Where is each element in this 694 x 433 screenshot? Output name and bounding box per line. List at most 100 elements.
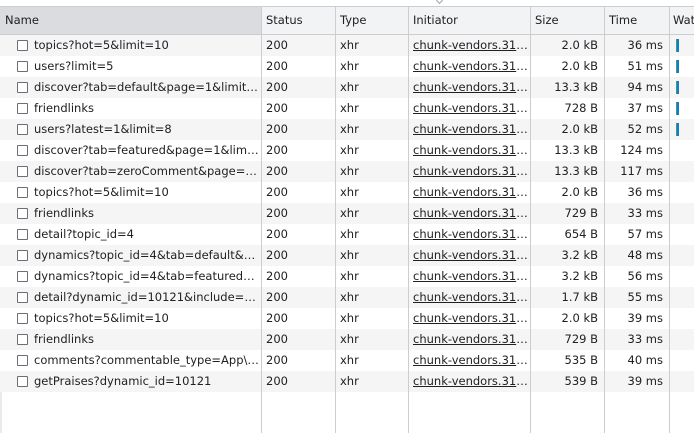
request-time: 33 ms bbox=[627, 332, 663, 346]
column-divider[interactable] bbox=[261, 7, 262, 433]
column-divider[interactable] bbox=[604, 7, 605, 433]
request-name[interactable]: detail?dynamic_id=10121&include=user... bbox=[29, 287, 259, 308]
request-size: 13.3 kB bbox=[554, 164, 598, 178]
waterfall-bar[interactable] bbox=[676, 81, 679, 94]
request-row[interactable]: detail?dynamic_id=10121&include=user... 2… bbox=[0, 287, 694, 308]
request-status: 200 bbox=[266, 206, 288, 220]
request-row[interactable]: topics?hot=5&limit=10 200 xhr chunk-vendors… bbox=[0, 35, 694, 56]
request-type: xhr bbox=[340, 227, 359, 241]
request-name[interactable]: discover?tab=featured&page=1&limit=... bbox=[29, 140, 259, 161]
request-name[interactable]: topics?hot=5&limit=10 bbox=[29, 182, 259, 203]
request-time: 56 ms bbox=[627, 269, 663, 283]
request-status: 200 bbox=[266, 59, 288, 73]
request-status: 200 bbox=[266, 185, 288, 199]
request-size: 729 B bbox=[564, 206, 599, 220]
column-header-time[interactable]: Time bbox=[604, 7, 669, 34]
request-row[interactable]: users?latest=1&limit=8 200 xhr chunk-vendor… bbox=[0, 119, 694, 140]
request-row[interactable]: friendlinks 200 xhr chunk-vendors.31a... 728… bbox=[0, 98, 694, 119]
request-status: 200 bbox=[266, 122, 288, 136]
request-initiator-link[interactable]: chunk-vendors.31a... bbox=[408, 329, 530, 350]
waterfall-bar[interactable] bbox=[676, 39, 679, 52]
request-type-icon bbox=[17, 208, 28, 219]
request-row[interactable]: discover?tab=default&page=1&limit=20 200 x… bbox=[0, 77, 694, 98]
request-status: 200 bbox=[266, 80, 288, 94]
waterfall-bar[interactable] bbox=[676, 102, 679, 115]
waterfall-bar[interactable] bbox=[676, 60, 679, 73]
request-size: 2.0 kB bbox=[561, 122, 599, 136]
request-type: xhr bbox=[340, 248, 359, 262]
request-row[interactable]: discover?tab=featured&page=1&limit=... 20… bbox=[0, 140, 694, 161]
request-size: 1.7 kB bbox=[561, 290, 599, 304]
request-size: 2.0 kB bbox=[561, 185, 599, 199]
column-divider[interactable] bbox=[669, 7, 670, 433]
request-initiator-link[interactable]: chunk-vendors.31a... bbox=[408, 35, 530, 56]
request-type-icon bbox=[17, 166, 28, 177]
request-initiator-link[interactable]: chunk-vendors.31a... bbox=[408, 98, 530, 119]
request-initiator-link[interactable]: chunk-vendors.31a... bbox=[408, 161, 530, 182]
column-header-status[interactable]: Status bbox=[261, 7, 335, 34]
request-initiator-link[interactable]: chunk-vendors.31a... bbox=[408, 245, 530, 266]
column-header-type[interactable]: Type bbox=[335, 7, 408, 34]
request-row[interactable]: detail?topic_id=4 200 xhr chunk-vendors.31a… bbox=[0, 224, 694, 245]
request-row[interactable]: friendlinks 200 xhr chunk-vendors.31a... 729… bbox=[0, 329, 694, 350]
request-row[interactable]: friendlinks 200 xhr chunk-vendors.31a... 729… bbox=[0, 203, 694, 224]
request-name[interactable]: dynamics?topic_id=4&tab=featured&pa... bbox=[29, 266, 259, 287]
request-name[interactable]: friendlinks bbox=[29, 329, 259, 350]
column-header-size[interactable]: Size bbox=[530, 7, 604, 34]
request-status: 200 bbox=[266, 311, 288, 325]
request-name[interactable]: friendlinks bbox=[29, 203, 259, 224]
request-row[interactable]: getPraises?dynamic_id=10121 200 xhr chunk-v… bbox=[0, 371, 694, 392]
request-status: 200 bbox=[266, 143, 288, 157]
request-initiator-link[interactable]: chunk-vendors.31a... bbox=[408, 203, 530, 224]
waterfall-bar[interactable] bbox=[676, 123, 679, 136]
request-name[interactable]: discover?tab=default&page=1&limit=20 bbox=[29, 77, 259, 98]
request-type: xhr bbox=[340, 374, 359, 388]
column-header-initiator[interactable]: Initiator bbox=[408, 7, 530, 34]
request-type: xhr bbox=[340, 353, 359, 367]
request-row[interactable]: topics?hot=5&limit=10 200 xhr chunk-vendors… bbox=[0, 182, 694, 203]
request-time: 57 ms bbox=[627, 227, 663, 241]
column-divider[interactable] bbox=[335, 7, 336, 433]
request-row[interactable]: comments?commentable_type=App\Thr... 200 x… bbox=[0, 350, 694, 371]
request-name[interactable]: topics?hot=5&limit=10 bbox=[29, 308, 259, 329]
request-name[interactable]: topics?hot=5&limit=10 bbox=[29, 35, 259, 56]
request-type-icon bbox=[17, 61, 28, 72]
request-name[interactable]: users?latest=1&limit=8 bbox=[29, 119, 259, 140]
request-initiator-link[interactable]: chunk-vendors.31a... bbox=[408, 182, 530, 203]
request-initiator-link[interactable]: chunk-vendors.31a... bbox=[408, 308, 530, 329]
request-initiator-link[interactable]: chunk-vendors.31a... bbox=[408, 266, 530, 287]
request-type-icon bbox=[17, 187, 28, 198]
waterfall-download-segment bbox=[677, 81, 679, 94]
request-type: xhr bbox=[340, 101, 359, 115]
request-name[interactable]: dynamics?topic_id=4&tab=default&pag... bbox=[29, 245, 259, 266]
request-row[interactable]: users?limit=5 200 xhr chunk-vendors.31a... 2… bbox=[0, 56, 694, 77]
request-type-icon bbox=[17, 40, 28, 51]
request-name[interactable]: users?limit=5 bbox=[29, 56, 259, 77]
request-initiator-link[interactable]: chunk-vendors.31a... bbox=[408, 56, 530, 77]
request-initiator-link[interactable]: chunk-vendors.31a... bbox=[408, 224, 530, 245]
request-initiator-link[interactable]: chunk-vendors.31a... bbox=[408, 287, 530, 308]
request-size: 2.0 kB bbox=[561, 311, 599, 325]
column-header-name[interactable]: Name bbox=[0, 7, 261, 34]
request-time: 39 ms bbox=[627, 374, 663, 388]
column-header-waterfall[interactable]: Wat bbox=[669, 7, 694, 34]
table-header: Name Status Type Initiator Size Time Wat bbox=[0, 7, 694, 35]
request-name[interactable]: getPraises?dynamic_id=10121 bbox=[29, 371, 259, 392]
request-initiator-link[interactable]: chunk-vendors.31a... bbox=[408, 371, 530, 392]
request-initiator-link[interactable]: chunk-vendors.31a... bbox=[408, 350, 530, 371]
request-row[interactable]: discover?tab=zeroComment&page=1&l... 200 x… bbox=[0, 161, 694, 182]
request-name[interactable]: detail?topic_id=4 bbox=[29, 224, 259, 245]
request-row[interactable]: dynamics?topic_id=4&tab=default&pag... 20… bbox=[0, 245, 694, 266]
request-name[interactable]: comments?commentable_type=App\Thr... bbox=[29, 350, 259, 371]
request-type-icon bbox=[17, 334, 28, 345]
column-divider[interactable] bbox=[530, 7, 531, 433]
request-type: xhr bbox=[340, 143, 359, 157]
column-divider[interactable] bbox=[408, 7, 409, 433]
request-initiator-link[interactable]: chunk-vendors.31a... bbox=[408, 77, 530, 98]
request-row[interactable]: dynamics?topic_id=4&tab=featured&pa... 20… bbox=[0, 266, 694, 287]
request-initiator-link[interactable]: chunk-vendors.31a... bbox=[408, 140, 530, 161]
request-name[interactable]: discover?tab=zeroComment&page=1&l... bbox=[29, 161, 259, 182]
request-name[interactable]: friendlinks bbox=[29, 98, 259, 119]
request-initiator-link[interactable]: chunk-vendors.31a... bbox=[408, 119, 530, 140]
request-row[interactable]: topics?hot=5&limit=10 200 xhr chunk-vendors… bbox=[0, 308, 694, 329]
